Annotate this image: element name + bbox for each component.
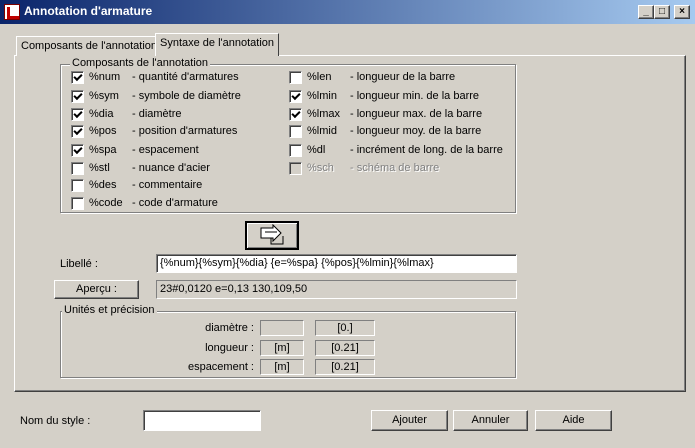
check-mark-icon: [73, 144, 83, 155]
component-description: - incrément de long. de la barre: [350, 144, 503, 156]
component-description: - diamètre: [132, 108, 182, 120]
checkbox-stl[interactable]: [71, 162, 84, 175]
checkbox-dl[interactable]: [289, 144, 302, 157]
component-code: %sch: [307, 162, 334, 174]
checkbox-lmid[interactable]: [289, 125, 302, 138]
component-code: %len: [307, 71, 332, 83]
checkbox-des[interactable]: [71, 179, 84, 192]
component-description: - position d'armatures: [132, 125, 238, 137]
unit-field[interactable]: [m]: [260, 340, 304, 356]
tab-composants[interactable]: Composants de l'annotation: [16, 36, 157, 56]
component-code: %pos: [89, 125, 117, 137]
annuler-button[interactable]: Annuler: [453, 410, 528, 431]
libelle-input[interactable]: {%num}{%sym}{%dia} {e=%spa} {%pos}{%lmin…: [156, 254, 517, 273]
ajouter-button[interactable]: Ajouter: [371, 410, 448, 431]
precision-field[interactable]: [0.21]: [315, 340, 375, 356]
app-icon: [4, 4, 20, 20]
checkbox-lmin[interactable]: [289, 90, 302, 103]
check-mark-icon: [73, 108, 83, 119]
component-description: - quantité d'armatures: [132, 71, 239, 83]
component-code: %dl: [307, 144, 326, 156]
unit-row-label: espacement :: [187, 361, 254, 373]
component-code: %stl: [89, 162, 110, 174]
component-code: %sym: [89, 90, 119, 102]
check-mark-icon: [73, 125, 83, 136]
check-mark-icon: [73, 90, 83, 101]
units-group-title: Unités et précision: [62, 304, 157, 316]
component-code: %code: [89, 197, 123, 209]
component-description: - code d'armature: [132, 197, 218, 209]
checkbox-dia[interactable]: [71, 108, 84, 121]
precision-field[interactable]: [0.]: [315, 320, 375, 336]
checkbox-lmax[interactable]: [289, 108, 302, 121]
checkbox-len[interactable]: [289, 71, 302, 84]
component-description: - longueur moy. de la barre: [350, 125, 482, 137]
maximize-button[interactable]: □: [654, 5, 670, 19]
components-group-title: Composants de l'annotation: [70, 57, 211, 69]
check-mark-icon: [291, 90, 301, 101]
component-description: - espacement: [132, 144, 199, 156]
component-code: %lmin: [307, 90, 337, 102]
component-description: - schéma de barre: [350, 162, 440, 174]
checkbox-num[interactable]: [71, 71, 84, 84]
component-description: - longueur min. de la barre: [350, 90, 480, 102]
precision-field[interactable]: [0.21]: [315, 359, 375, 375]
apercu-value: 23#0,0120 e=0,13 130,109,50: [156, 280, 517, 299]
tab-syntaxe[interactable]: Syntaxe de l'annotation: [155, 33, 279, 56]
close-button[interactable]: ×: [674, 5, 690, 19]
aide-button[interactable]: Aide: [535, 410, 612, 431]
checkbox-pos[interactable]: [71, 125, 84, 138]
component-description: - longueur max. de la barre: [350, 108, 483, 120]
unit-field[interactable]: [m]: [260, 359, 304, 375]
component-description: - commentaire: [132, 179, 203, 191]
component-code: %spa: [89, 144, 117, 156]
style-name-input[interactable]: [143, 410, 261, 431]
component-code: %des: [89, 179, 117, 191]
checkbox-sym[interactable]: [71, 90, 84, 103]
checkbox-spa[interactable]: [71, 144, 84, 157]
style-name-label: Nom du style :: [20, 415, 91, 427]
component-code: %lmax: [307, 108, 341, 120]
minimize-button[interactable]: _: [638, 5, 654, 19]
component-code: %lmid: [307, 125, 337, 137]
window-title: Annotation d'armature: [24, 4, 153, 18]
check-mark-icon: [291, 108, 301, 119]
component-description: - symbole de diamètre: [132, 90, 241, 102]
insert-arrow-icon: [260, 224, 284, 245]
apercu-button[interactable]: Aperçu :: [54, 280, 139, 299]
libelle-label: Libellé :: [60, 258, 98, 270]
unit-row-label: longueur :: [205, 342, 254, 354]
checkbox-code[interactable]: [71, 197, 84, 210]
component-code: %num: [89, 71, 121, 83]
component-code: %dia: [89, 108, 114, 120]
unit-field[interactable]: [260, 320, 304, 336]
component-description: - nuance d'acier: [132, 162, 210, 174]
checkbox-sch: [289, 162, 302, 175]
insert-button[interactable]: [245, 221, 299, 250]
unit-row-label: diamètre :: [205, 322, 254, 334]
components-group: [60, 64, 516, 213]
component-description: - longueur de la barre: [350, 71, 456, 83]
check-mark-icon: [73, 71, 83, 82]
